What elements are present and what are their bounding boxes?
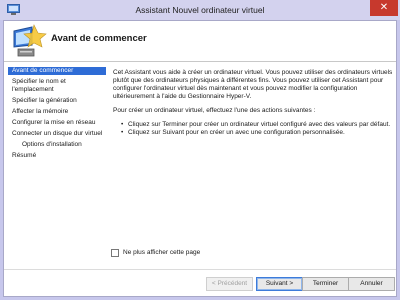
header-divider <box>4 61 396 62</box>
nav-step-before-you-begin[interactable]: Avant de commencer <box>8 67 106 75</box>
nav-step-install-options[interactable]: Options d'installation <box>8 141 106 149</box>
cancel-button[interactable]: Annuler <box>348 277 395 291</box>
list-item: • Cliquez sur Suivant pour en créer un a… <box>121 129 393 137</box>
dont-show-again-checkbox[interactable] <box>111 249 119 257</box>
wizard-client-area: Avant de commencer Avant de commencer Sp… <box>3 20 397 297</box>
nav-step-name-location[interactable]: Spécifier le nom et l'emplacement <box>8 78 106 94</box>
list-item: • Cliquez sur Terminer pour créer un ord… <box>121 121 393 129</box>
page-title: Avant de commencer <box>51 33 147 44</box>
nav-step-virtual-disk[interactable]: Connecter un disque dur virtuel <box>8 130 106 138</box>
previous-button[interactable]: < Précédent <box>206 277 253 291</box>
close-icon: ✕ <box>379 2 389 13</box>
wizard-steps-nav: Avant de commencer Spécifier le nom et l… <box>8 67 106 163</box>
intro-text: Cet Assistant vous aide à créer un ordin… <box>113 69 393 100</box>
nav-step-summary[interactable]: Résumé <box>8 152 106 160</box>
actions-list: • Cliquez sur Terminer pour créer un ord… <box>113 121 393 137</box>
footer-divider <box>4 269 396 270</box>
bullet-icon: • <box>121 129 124 136</box>
wizard-content: Cet Assistant vous aide à créer un ordin… <box>113 69 393 137</box>
nav-step-networking[interactable]: Configurer la mise en réseau <box>8 119 106 127</box>
dont-show-again-label[interactable]: Ne plus afficher cette page <box>123 249 200 256</box>
window-title: Assistant Nouvel ordinateur virtuel <box>135 5 265 15</box>
action-finish-text: Cliquez sur Terminer pour créer un ordin… <box>128 121 391 128</box>
wizard-window: Assistant Nouvel ordinateur virtuel ✕ Av… <box>0 0 400 300</box>
finish-button[interactable]: Terminer <box>302 277 349 291</box>
wizard-header: Avant de commencer <box>4 21 396 61</box>
nav-step-generation[interactable]: Spécifier la génération <box>8 97 106 105</box>
actions-intro-text: Pour créer un ordinateur virtuel, effect… <box>113 107 316 114</box>
close-button[interactable]: ✕ <box>370 0 398 16</box>
nav-step-memory[interactable]: Affecter la mémoire <box>8 108 106 116</box>
bullet-icon: • <box>121 121 124 128</box>
computer-wizard-icon <box>13 24 47 57</box>
next-button[interactable]: Suivant > <box>256 277 303 291</box>
title-bar[interactable]: Assistant Nouvel ordinateur virtuel ✕ <box>0 0 400 20</box>
action-next-text: Cliquez sur Suivant pour en créer un ave… <box>128 129 345 136</box>
